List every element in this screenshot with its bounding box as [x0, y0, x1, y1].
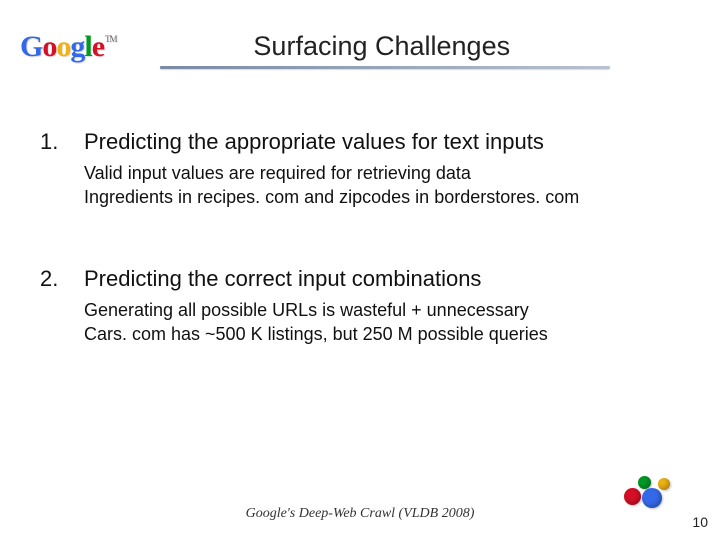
slide-footer: Google's Deep-Web Crawl (VLDB 2008): [0, 506, 720, 522]
item-heading: Predicting the appropriate values for te…: [84, 129, 544, 155]
item-heading-row: 1.Predicting the appropriate values for …: [40, 129, 680, 155]
item-body: Valid input values are required for retr…: [40, 161, 680, 210]
ball-icon: [642, 488, 662, 508]
item-line: Cars. com has ~500 K listings, but 250 M…: [84, 322, 680, 346]
page-number: 10: [692, 514, 708, 530]
slide-header: GoogleTM Surfacing Challenges: [0, 0, 720, 64]
google-balls-icon: [624, 468, 674, 518]
ball-icon: [624, 488, 641, 505]
item-number: 1.: [40, 129, 84, 155]
item-number: 2.: [40, 266, 84, 292]
logo-letter: o: [42, 30, 56, 64]
ball-icon: [658, 478, 670, 490]
slide-content: 1.Predicting the appropriate values for …: [0, 69, 720, 346]
logo-letter: l: [84, 30, 91, 64]
slide-title: Surfacing Challenges: [253, 31, 510, 64]
logo-tm: TM: [105, 34, 117, 44]
item-line: Ingredients in recipes. com and zipcodes…: [84, 185, 680, 209]
title-container: Surfacing Challenges: [124, 31, 640, 64]
item-line: Valid input values are required for retr…: [84, 161, 680, 185]
ball-icon: [638, 476, 651, 489]
item-heading: Predicting the correct input combination…: [84, 266, 481, 292]
item-heading-row: 2.Predicting the correct input combinati…: [40, 266, 680, 292]
logo-letter: g: [70, 30, 84, 64]
google-logo: GoogleTM: [20, 30, 116, 64]
logo-letter: o: [56, 30, 70, 64]
logo-letter: e: [92, 30, 104, 64]
item-body: Generating all possible URLs is wasteful…: [40, 298, 680, 347]
list-item: 1.Predicting the appropriate values for …: [40, 129, 680, 210]
item-line: Generating all possible URLs is wasteful…: [84, 298, 680, 322]
logo-letter: G: [20, 30, 42, 64]
list-item: 2.Predicting the correct input combinati…: [40, 266, 680, 347]
